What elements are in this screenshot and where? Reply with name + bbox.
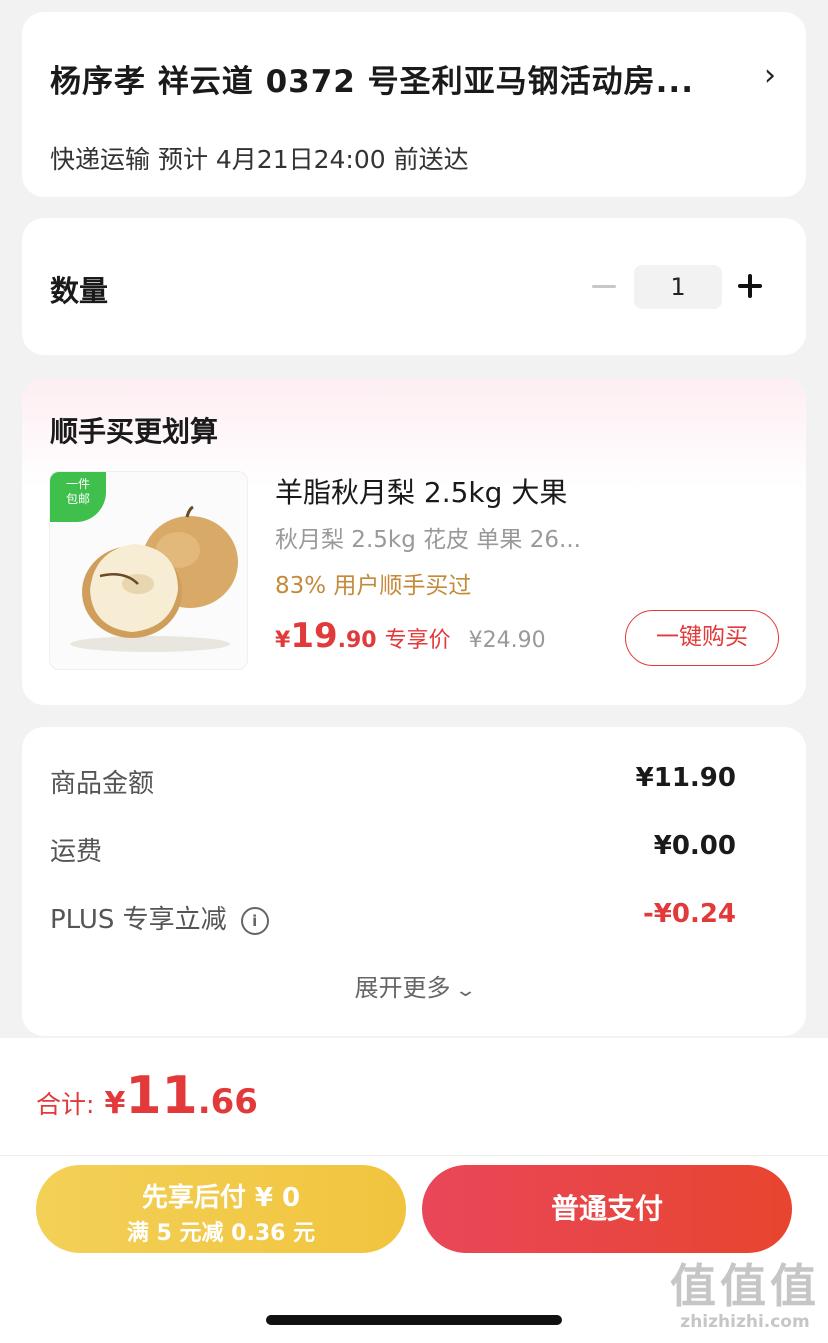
upsell-card: 顺手买更划算 一件 包邮 羊脂秋月梨 2.5kg 大果 秋月梨 2.5kg 花皮 …	[22, 378, 806, 705]
original-price: ¥24.90	[468, 628, 546, 653]
plus-icon[interactable]	[738, 274, 762, 298]
delivery-estimate: 快递运输 预计 4月21日24:00 前送达	[50, 145, 469, 174]
subtotal-value: ¥11.90	[635, 763, 736, 793]
quantity-label: 数量	[50, 274, 109, 308]
total-currency: ¥	[104, 1086, 126, 1121]
plus-discount-value: -¥0.24	[642, 899, 736, 929]
pay-button[interactable]: 普通支付	[422, 1165, 792, 1253]
exclusive-price-tag: 专享价	[384, 628, 451, 653]
product-image[interactable]: 一件 包邮	[49, 471, 248, 670]
info-icon[interactable]: i	[240, 906, 269, 935]
address-line: 杨序孝 祥云道 0372 号圣利亚马钢活动房...	[50, 64, 694, 100]
subtotal-label: 商品金额	[50, 769, 155, 799]
total-label: 合计:	[36, 1090, 95, 1119]
price-integer: 19	[290, 616, 338, 656]
watermark: 值值值 zhizhizhi.com	[670, 1260, 820, 1332]
price-summary-card: 商品金额 ¥11.90 运费 ¥0.00 PLUS 专享立减 i -¥0.24 展…	[22, 727, 806, 1036]
product-price: ¥19.90 专享价 ¥24.90	[275, 616, 546, 656]
one-click-buy-button[interactable]: 一键购买	[625, 610, 779, 666]
expand-more-label: 展开更多	[354, 974, 451, 1002]
plus-discount-label: PLUS 专享立减	[50, 905, 227, 935]
watermark-url: zhizhizhi.com	[680, 1312, 810, 1332]
pay-later-button[interactable]: 先享后付 ¥ 0 满 5 元减 0.36 元	[36, 1165, 406, 1253]
home-indicator[interactable]	[266, 1315, 562, 1325]
quantity-stepper-value[interactable]: 1	[634, 265, 722, 309]
chevron-right-icon[interactable]: ›	[764, 58, 776, 93]
price-decimal: .90	[337, 628, 377, 653]
chevron-down-icon: ⌄	[454, 980, 478, 1001]
quantity-card: 数量 1	[22, 218, 806, 355]
order-total: 合计: ¥11.66	[36, 1066, 258, 1126]
total-integer: 11	[125, 1066, 198, 1126]
total-decimal: .66	[197, 1082, 258, 1122]
plus-discount-row: PLUS 专享立减 i	[50, 899, 269, 936]
product-name[interactable]: 羊脂秋月梨 2.5kg 大果	[275, 471, 567, 511]
purchase-rate: 83% 用户顺手买过	[275, 573, 472, 599]
pay-later-title: 先享后付 ¥ 0	[141, 1183, 301, 1213]
minus-icon[interactable]	[592, 285, 616, 288]
pay-later-promo: 满 5 元减 0.36 元	[126, 1221, 316, 1246]
expand-more-button[interactable]: 展开更多 ⌄	[22, 968, 806, 1003]
product-spec: 秋月梨 2.5kg 花皮 单果 26...	[275, 527, 581, 553]
shipping-value: ¥0.00	[653, 831, 736, 861]
price-currency: ¥	[275, 628, 291, 653]
upsell-title: 顺手买更划算	[50, 415, 219, 448]
shipping-label: 运费	[50, 837, 103, 867]
address-card[interactable]: 杨序孝 祥云道 0372 号圣利亚马钢活动房... › 快递运输 预计 4月21…	[22, 12, 806, 197]
watermark-logo: 值值值	[670, 1259, 820, 1313]
divider	[0, 1155, 828, 1156]
